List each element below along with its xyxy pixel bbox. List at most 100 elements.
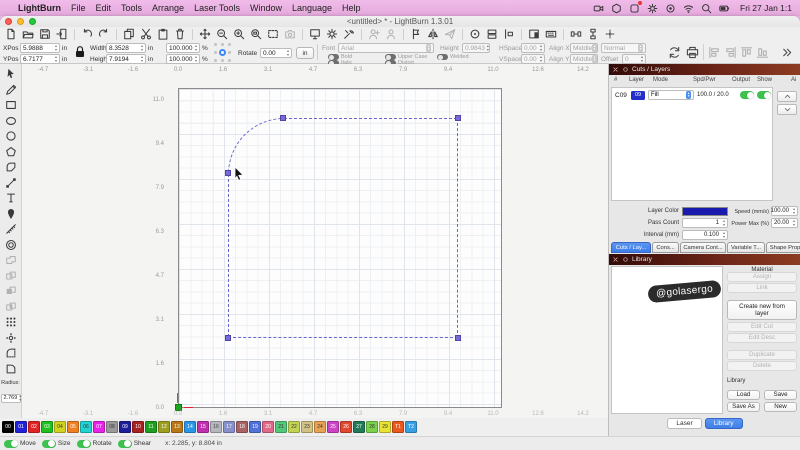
start-here-icon[interactable] — [409, 28, 423, 41]
edit-nodes-tool-icon[interactable] — [4, 176, 18, 190]
shear-switch[interactable] — [118, 440, 132, 448]
boolean-union-tool-icon[interactable] — [4, 269, 18, 283]
xpos-field[interactable]: 5.9888 — [20, 43, 60, 53]
layer-color-swatch[interactable] — [682, 207, 728, 216]
palette-chip-27[interactable]: 27 — [353, 421, 365, 433]
palette-chip-16[interactable]: 16 — [210, 421, 222, 433]
circular-array-tool-icon[interactable] — [4, 331, 18, 345]
align-top-icon[interactable] — [740, 46, 754, 60]
shape-node[interactable] — [455, 335, 461, 341]
move-step-icon[interactable] — [603, 28, 617, 41]
align-y-select[interactable]: Middle — [570, 54, 598, 64]
create-new-from-layer-button[interactable]: Create new from layer — [727, 300, 797, 320]
position-laser-tool-icon[interactable] — [4, 207, 18, 221]
palette-chip-29[interactable]: 29 — [379, 421, 391, 433]
close-icon[interactable] — [612, 256, 619, 263]
keyboard-icon[interactable] — [544, 28, 558, 41]
palette-chip-21[interactable]: 21 — [275, 421, 287, 433]
distribute-v-icon[interactable] — [586, 28, 600, 41]
palette-chip-18[interactable]: 18 — [236, 421, 248, 433]
copy-icon[interactable] — [122, 28, 136, 41]
shape-node[interactable] — [225, 170, 231, 176]
align-left-icon[interactable] — [708, 46, 722, 60]
layer-move-up-button[interactable] — [777, 91, 797, 102]
menu-file[interactable]: File — [71, 3, 86, 13]
notification-app-icon[interactable] — [629, 3, 640, 14]
file-import-icon[interactable] — [55, 28, 69, 41]
palette-chip-00[interactable]: 00 — [2, 421, 14, 433]
edit-canvas[interactable]: -4.7-3.1-1.60.01.63.14.76.37.99.411.012.… — [22, 64, 608, 418]
font-height-field[interactable]: 0.9843 — [462, 43, 490, 53]
scale-width-field[interactable]: 100.000 — [166, 43, 200, 53]
camera-capture-icon[interactable] — [283, 28, 297, 41]
select-tool-icon[interactable] — [4, 67, 18, 81]
palette-chip-19[interactable]: 19 — [249, 421, 261, 433]
pan-icon[interactable] — [198, 28, 212, 41]
mirror-icon[interactable] — [426, 28, 440, 41]
rotate-switch[interactable] — [77, 440, 91, 448]
tab-cons[interactable]: Cons... — [652, 242, 679, 253]
font-family-select[interactable]: Arial — [338, 43, 434, 53]
weld-tool-icon[interactable] — [4, 253, 18, 267]
menu-app-name[interactable]: LightBurn — [18, 3, 61, 13]
layer-row[interactable]: C09 09 Fill 100.0 / 20.0 — [612, 89, 772, 101]
spotlight-icon[interactable] — [701, 3, 712, 14]
video-icon[interactable] — [593, 3, 604, 14]
load-button[interactable]: Load — [727, 390, 760, 400]
menu-edit[interactable]: Edit — [96, 3, 112, 13]
align-x-select[interactable]: Middle — [570, 43, 598, 53]
cut-icon[interactable] — [139, 28, 153, 41]
boolean-intersect-tool-icon[interactable] — [4, 300, 18, 314]
cuts-layers-titlebar[interactable]: Cuts / Layers — [609, 64, 800, 75]
file-save-icon[interactable] — [38, 28, 52, 41]
tab-shape-properti[interactable]: Shape Properti... — [766, 242, 800, 253]
device-settings-icon[interactable] — [342, 28, 356, 41]
tab-variable-t[interactable]: Variable T... — [727, 242, 765, 253]
tab-cuts-lay[interactable]: Cuts / Lay... — [611, 242, 651, 253]
shape-node[interactable] — [455, 115, 461, 121]
selected-shape[interactable] — [228, 118, 458, 338]
record-icon[interactable] — [665, 3, 676, 14]
file-open-icon[interactable] — [21, 28, 35, 41]
shape-node[interactable] — [280, 115, 286, 121]
palette-chip-08[interactable]: 08 — [106, 421, 118, 433]
layer-list[interactable] — [611, 87, 773, 201]
library-titlebar[interactable]: Library — [609, 254, 800, 265]
interval-field[interactable]: 0.100 — [682, 230, 728, 240]
palette-chip-20[interactable]: 20 — [262, 421, 274, 433]
tab-library[interactable]: Library — [705, 418, 743, 429]
user-add-icon[interactable] — [367, 28, 381, 41]
tab-camera-cont[interactable]: Camera Cont... — [680, 242, 726, 253]
float-panel-icon[interactable] — [622, 66, 629, 73]
save-button[interactable]: Save — [764, 390, 797, 400]
palette-chip-17[interactable]: 17 — [223, 421, 235, 433]
palette-chip-22[interactable]: 22 — [288, 421, 300, 433]
menu-arrange[interactable]: Arrange — [152, 3, 184, 13]
palette-chip-14[interactable]: 14 — [184, 421, 196, 433]
file-new-icon[interactable] — [4, 28, 18, 41]
menu-window[interactable]: Window — [250, 3, 282, 13]
measure-tool-icon[interactable] — [4, 222, 18, 236]
layer-move-down-button[interactable] — [777, 104, 797, 115]
menu-help[interactable]: Help — [342, 3, 361, 13]
menu-language[interactable]: Language — [292, 3, 332, 13]
frame-selection-icon[interactable] — [266, 28, 280, 41]
undo-icon[interactable] — [80, 28, 94, 41]
palette-chip-05[interactable]: 05 — [67, 421, 79, 433]
settings-icon[interactable] — [325, 28, 339, 41]
zoom-in-icon[interactable] — [232, 28, 246, 41]
layer-color-chip[interactable]: 09 — [631, 91, 645, 100]
duplicate-button[interactable]: Duplicate — [727, 350, 797, 360]
palette-chip-12[interactable]: 12 — [158, 421, 170, 433]
palette-chip-t2[interactable]: T2 — [405, 421, 417, 433]
palette-chip-23[interactable]: 23 — [301, 421, 313, 433]
link-button[interactable]: Link — [727, 283, 797, 293]
redo-icon[interactable] — [97, 28, 111, 41]
palette-chip-t1[interactable]: T1 — [392, 421, 404, 433]
move-switch[interactable] — [4, 440, 18, 448]
height-field[interactable]: 7.9194 — [106, 54, 146, 64]
zoom-to-frame-icon[interactable] — [249, 28, 263, 41]
draw-lines-tool-icon[interactable] — [4, 83, 18, 97]
circle-tool-icon[interactable] — [4, 129, 18, 143]
hspace-field[interactable]: 0.00 — [521, 43, 545, 53]
